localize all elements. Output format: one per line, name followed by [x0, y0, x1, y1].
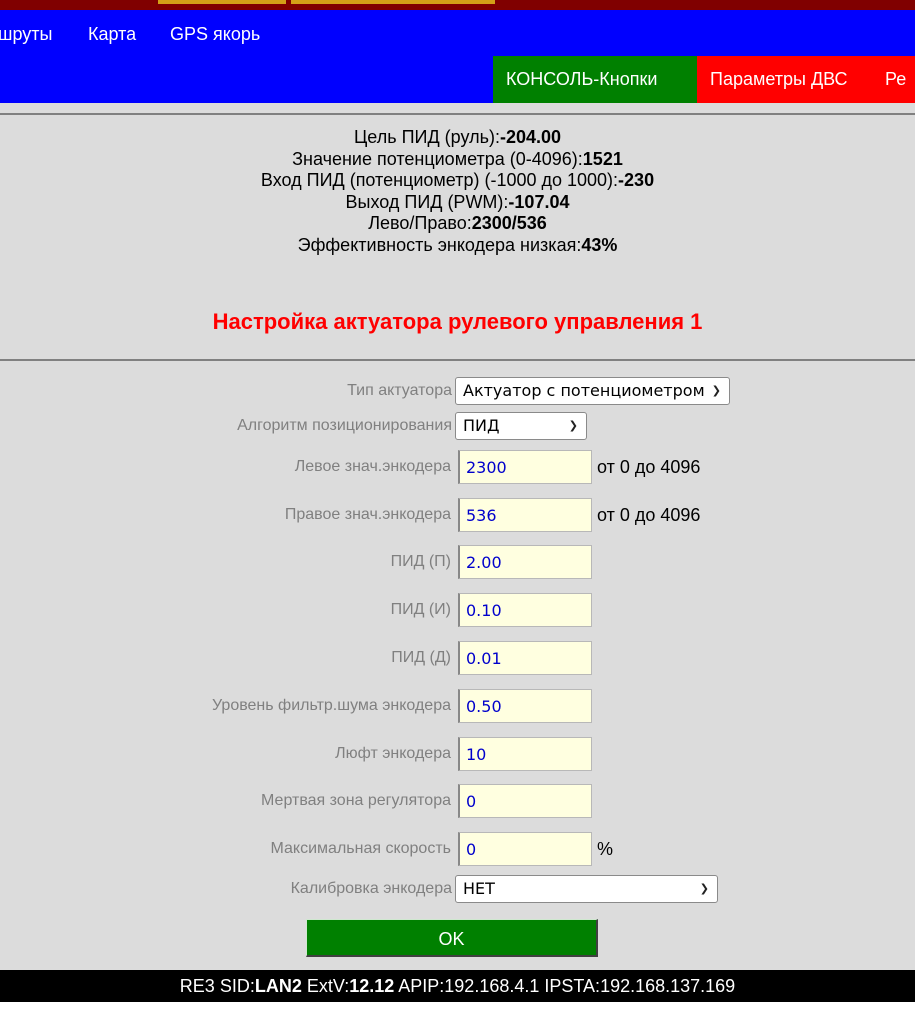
field-suffix: % [597, 839, 614, 859]
max-speed-input[interactable] [458, 832, 592, 866]
tab-console-buttons[interactable]: КОНСОЛЬ-Кнопки [493, 56, 697, 103]
field-row-max-speed: Максимальная скорость % [0, 832, 915, 866]
field-row-encoder-backlash: Люфт энкодера [0, 737, 915, 771]
chevron-down-icon: ❯ [711, 384, 721, 397]
status-value: 1521 [582, 148, 623, 169]
status-line-pid-output: Выход ПИД (PWM):-107.04 [0, 192, 915, 214]
nav-tabs: КОНСОЛЬ-Кнопки Параметры ДВС Ре [0, 56, 915, 103]
status-line-pot-value: Значение потенциометра (0-4096):1521 [0, 149, 915, 171]
algorithm-label: Алгоритм позиционирования [237, 417, 452, 434]
field-row-noise-filter: Уровень фильтр.шума энкодера [0, 689, 915, 723]
status-label: Выход ПИД (PWM): [345, 191, 509, 212]
footer-extv: 12.12 [349, 976, 395, 996]
field-label: ПИД (Д) [391, 649, 451, 666]
nav-link-gps-anchor[interactable]: GPS якорь [170, 21, 260, 47]
right-encoder-input[interactable] [458, 498, 592, 532]
footer-ipsta: 192.168.137.169 [600, 976, 736, 996]
divider [0, 113, 915, 115]
divider [0, 359, 915, 361]
calibration-value: НЕТ [463, 879, 495, 898]
field-label: ПИД (П) [390, 553, 451, 570]
field-row-dead-zone: Мертвая зона регулятора [0, 784, 915, 818]
chevron-down-icon: ❯ [699, 882, 709, 895]
nav-link-routes[interactable]: шруты [0, 21, 52, 47]
field-row-pid-d: ПИД (Д) [0, 641, 915, 675]
field-row-pid-i: ПИД (И) [0, 593, 915, 627]
footer-apip: 192.168.4.1 [444, 976, 540, 996]
status-line-pid-input: Вход ПИД (потенциометр) (-1000 до 1000):… [0, 170, 915, 192]
status-footer: RE3 SID:LAN2 ExtV:12.12 APIP:192.168.4.1… [0, 970, 915, 1002]
footer-label: APIP: [394, 976, 445, 996]
field-label: Левое знач.энкодера [294, 458, 451, 475]
field-label: Уровень фильтр.шума энкодера [211, 697, 451, 714]
footer-label: IPSTA: [539, 976, 601, 996]
pid-d-input[interactable] [458, 641, 592, 675]
field-suffix: от 0 до 4096 [597, 505, 701, 525]
status-label: Значение потенциометра (0-4096): [292, 148, 583, 169]
actuator-type-select[interactable]: Актуатор с потенциометром ❯ [455, 377, 730, 405]
field-label: Мертвая зона регулятора [261, 792, 451, 809]
footer-label: RE3 SID: [179, 976, 255, 996]
status-label: Лево/Право: [368, 213, 472, 233]
status-line-encoder-efficiency: Эффективность энкодера низкая:43% [0, 235, 915, 257]
content-area: Цель ПИД (руль):-204.00 Значение потенци… [0, 103, 915, 970]
page-title: Настройка актуатора рулевого управления … [212, 309, 703, 334]
pid-i-input[interactable] [458, 593, 592, 627]
left-encoder-input[interactable] [458, 450, 592, 484]
status-value: -204.00 [499, 127, 562, 147]
field-suffix: от 0 до 4096 [597, 457, 701, 477]
field-label: Максимальная скорость [270, 840, 451, 857]
algorithm-select[interactable]: ПИД ❯ [455, 412, 587, 440]
actuator-type-label: Тип актуатора [347, 382, 452, 399]
status-value: -107.04 [508, 191, 570, 212]
status-panel: Цель ПИД (руль):-204.00 Значение потенци… [0, 127, 915, 256]
nav-link-map[interactable]: Карта [88, 21, 136, 47]
encoder-backlash-input[interactable] [458, 737, 592, 771]
footer-sid: LAN2 [254, 976, 302, 996]
pid-p-input[interactable] [458, 545, 592, 579]
tab-next[interactable]: Ре [872, 56, 915, 103]
field-row-left-encoder: Левое знач.энкодера от 0 до 4096 [0, 450, 915, 484]
status-value: 2300/536 [471, 213, 547, 233]
tab-engine-params[interactable]: Параметры ДВС [697, 56, 872, 103]
status-label: Цель ПИД (руль): [353, 127, 500, 147]
field-row-pid-p: ПИД (П) [0, 545, 915, 579]
tab-underline [291, 0, 495, 4]
status-label: Эффективность энкодера низкая: [297, 234, 582, 255]
algorithm-value: ПИД [463, 416, 500, 435]
top-strip [0, 0, 915, 10]
tab-underline [158, 0, 286, 4]
actuator-type-value: Актуатор с потенциометром [463, 381, 705, 400]
calibration-label: Калибровка энкодера [290, 880, 452, 897]
status-line-pid-target: Цель ПИД (руль):-204.00 [0, 127, 915, 149]
calibration-select[interactable]: НЕТ ❯ [455, 875, 718, 903]
status-value: -230 [618, 170, 655, 190]
field-row-right-encoder: Правое знач.энкодера от 0 до 4096 [0, 498, 915, 532]
field-label: ПИД (И) [390, 601, 451, 618]
field-label: Люфт энкодера [335, 745, 451, 762]
nav-bar: шруты Карта GPS якорь КОНСОЛЬ-Кнопки Пар… [0, 10, 915, 103]
status-value: 43% [581, 234, 618, 255]
status-label: Вход ПИД (потенциометр) (-1000 до 1000): [260, 170, 619, 190]
ok-button[interactable]: OK [306, 919, 598, 957]
field-label: Правое знач.энкодера [284, 506, 451, 523]
status-line-left-right: Лево/Право:2300/536 [0, 213, 915, 235]
dead-zone-input[interactable] [458, 784, 592, 818]
chevron-down-icon: ❯ [568, 419, 578, 432]
footer-label: ExtV: [301, 976, 350, 996]
noise-filter-input[interactable] [458, 689, 592, 723]
